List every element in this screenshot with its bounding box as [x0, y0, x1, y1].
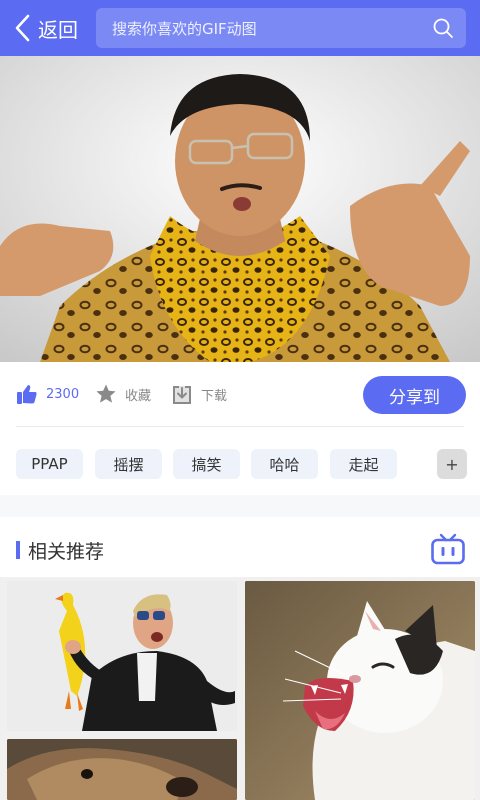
divider — [16, 426, 464, 427]
download-icon — [173, 386, 191, 404]
add-tag-button[interactable]: + — [437, 449, 467, 479]
related-title: 相关推荐 — [28, 541, 105, 563]
search-input[interactable]: 搜索你喜欢的GIF动图 — [96, 8, 466, 48]
section-gap — [0, 495, 480, 517]
tag-chip[interactable]: PPAP — [16, 449, 83, 479]
search-placeholder: 搜索你喜欢的GIF动图 — [112, 19, 257, 38]
tag-chip[interactable]: 搞笑 — [173, 449, 240, 479]
action-bar: 2300 收藏 下载 分享到 — [0, 362, 480, 426]
related-gif-thumbnail[interactable] — [245, 581, 475, 800]
tag-chip[interactable]: 走起 — [330, 449, 397, 479]
chevron-left-icon — [15, 14, 30, 42]
tag-list: PPAP 摇摆 搞笑 哈哈 走起 + — [0, 449, 480, 481]
favorite-button[interactable]: 收藏 — [95, 382, 151, 406]
share-button[interactable]: 分享到 — [363, 376, 466, 414]
section-accent-bar — [16, 541, 20, 559]
back-button[interactable]: 返回 — [0, 0, 92, 56]
tag-chip[interactable]: 摇摆 — [95, 449, 162, 479]
top-bar: 返回 搜索你喜欢的GIF动图 — [0, 0, 480, 56]
download-label: 下载 — [201, 388, 228, 404]
like-button[interactable]: 2300 — [16, 382, 79, 406]
tv-icon[interactable] — [430, 531, 466, 567]
download-button[interactable]: 下载 — [171, 382, 227, 406]
gif-preview-image[interactable] — [0, 56, 480, 362]
search-icon[interactable] — [432, 17, 454, 39]
favorite-label: 收藏 — [125, 388, 152, 404]
related-section-header: 相关推荐 — [0, 517, 480, 577]
related-grid — [0, 577, 480, 800]
thumbs-up-icon — [17, 385, 37, 404]
tag-chip[interactable]: 哈哈 — [251, 449, 318, 479]
like-count: 2300 — [46, 386, 80, 402]
back-label: 返回 — [38, 17, 78, 42]
related-gif-thumbnail[interactable] — [7, 581, 237, 731]
star-icon — [96, 384, 116, 403]
related-gif-thumbnail[interactable] — [7, 739, 237, 800]
